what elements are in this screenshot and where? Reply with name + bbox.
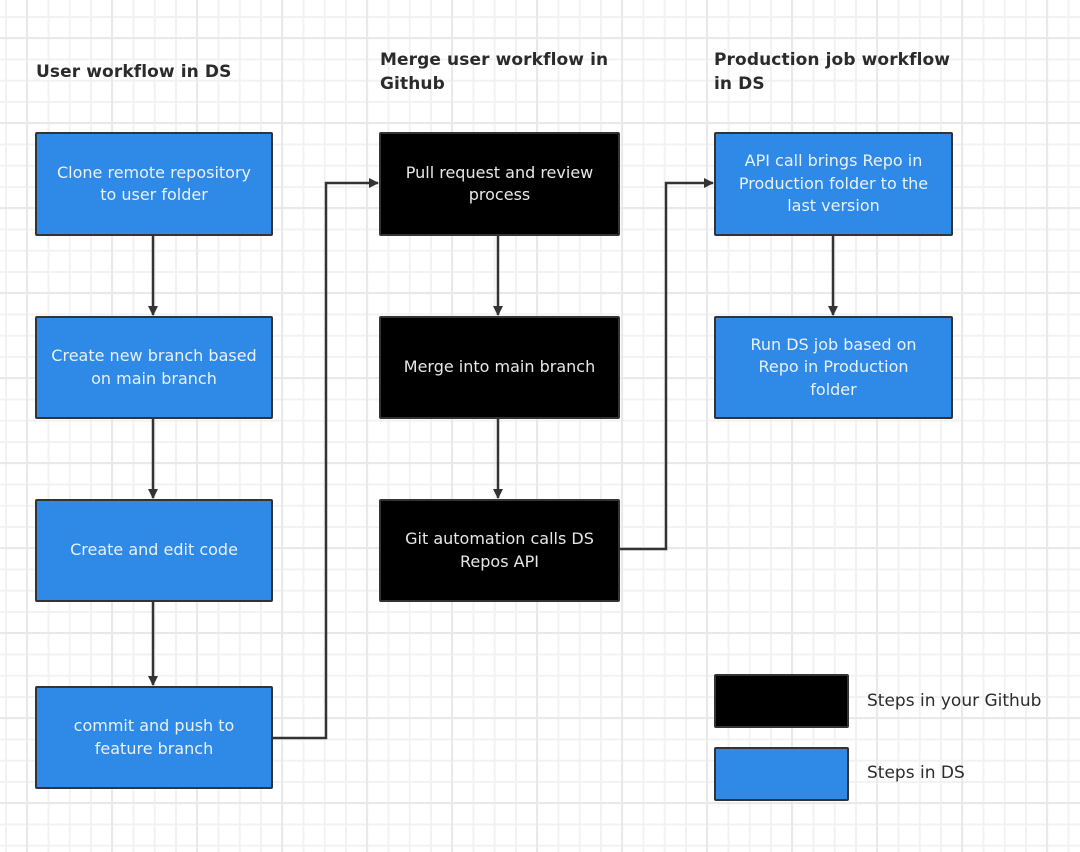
column-title-production-workflow: Production job workflow in DS bbox=[714, 50, 951, 94]
step-label: Git automation calls DS Repos API bbox=[405, 529, 594, 571]
step-label: Run DS job based on Repo in Production f… bbox=[750, 334, 917, 399]
step-api-call-production[interactable]: API call brings Repo in Production folde… bbox=[714, 132, 953, 236]
step-label: commit and push to feature branch bbox=[73, 716, 235, 758]
step-run-ds-job[interactable]: Run DS job based on Repo in Production f… bbox=[714, 316, 953, 419]
step-label: Merge into main branch bbox=[403, 357, 596, 377]
step-pull-request-review[interactable]: Pull request and review process bbox=[379, 132, 620, 236]
step-label: Create and edit code bbox=[70, 540, 238, 560]
step-commit-push[interactable]: commit and push to feature branch bbox=[35, 686, 273, 789]
column-title-user-workflow: User workflow in DS bbox=[36, 62, 232, 82]
step-label: API call brings Repo in Production folde… bbox=[738, 151, 929, 216]
step-label: Pull request and review process bbox=[405, 162, 594, 205]
step-label: Clone remote repository to user folder bbox=[56, 162, 252, 205]
step-clone-repository[interactable]: Clone remote repository to user folder bbox=[35, 132, 273, 236]
step-create-edit-code[interactable]: Create and edit code bbox=[35, 499, 273, 602]
legend-label-github: Steps in your Github bbox=[867, 691, 1042, 711]
step-label: Create new branch based on main branch bbox=[51, 346, 257, 388]
column-title-merge-workflow: Merge user workflow in Github bbox=[380, 50, 609, 94]
legend-swatch-github bbox=[714, 674, 849, 728]
legend-swatch-ds bbox=[714, 747, 849, 801]
step-git-automation[interactable]: Git automation calls DS Repos API bbox=[379, 499, 620, 602]
legend-label-ds: Steps in DS bbox=[867, 763, 965, 783]
step-merge-main[interactable]: Merge into main branch bbox=[379, 316, 620, 419]
step-create-branch[interactable]: Create new branch based on main branch bbox=[35, 316, 273, 419]
